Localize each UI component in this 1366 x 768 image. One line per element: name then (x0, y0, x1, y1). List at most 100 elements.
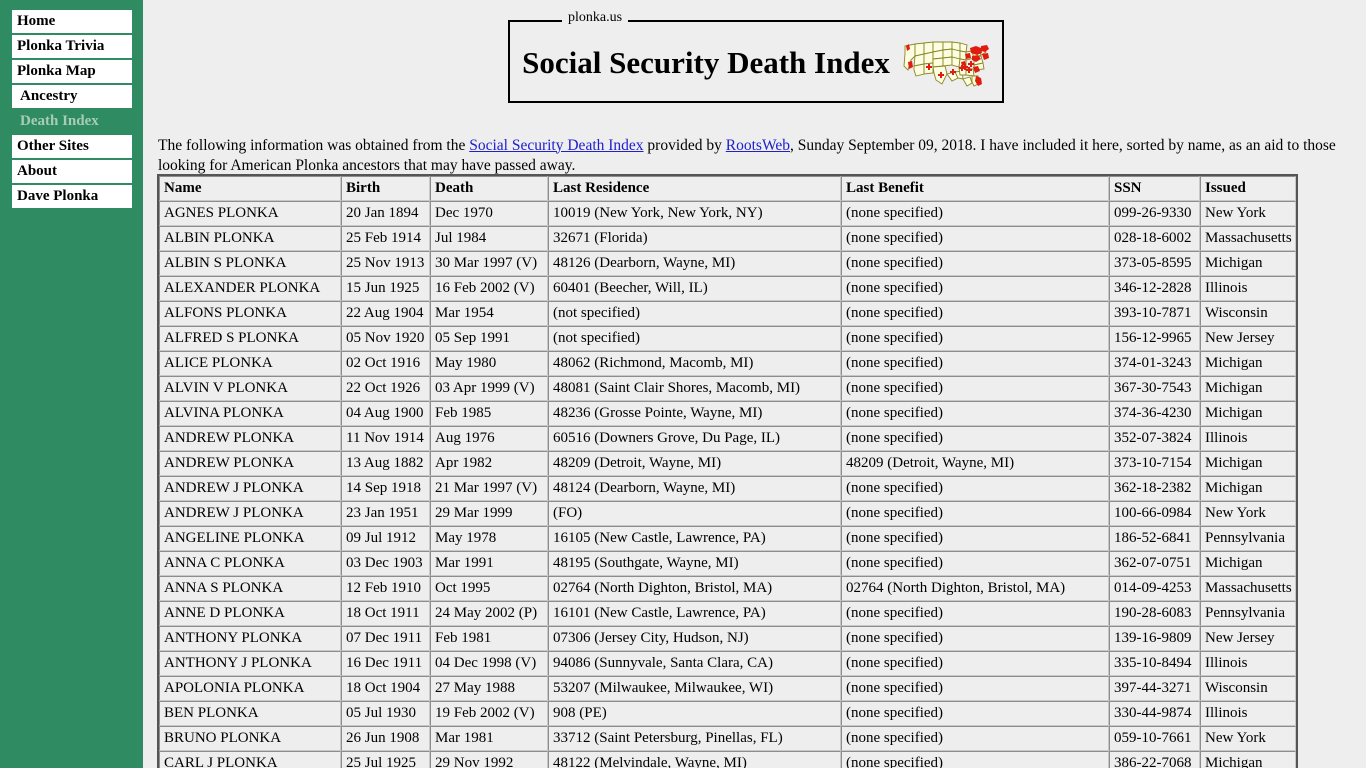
sidebar-item-plonka-trivia[interactable]: Plonka Trivia (12, 35, 132, 58)
table-row: ANGELINE PLONKA 09 Jul 1912 May 1978 16105 … (159, 526, 1296, 551)
cell-death: Dec 1970 (430, 201, 548, 226)
sidebar-item-plonka-map[interactable]: Plonka Map (12, 60, 132, 83)
cell-last-residence: 48062 (Richmond, Macomb, MI) (548, 351, 841, 376)
cell-death: 03 Apr 1999 (V) (430, 376, 548, 401)
rootsweb-link[interactable]: RootsWeb (726, 137, 790, 154)
table-row: ANDREW PLONKA 11 Nov 1914 Aug 1976 60516 (D… (159, 426, 1296, 451)
cell-ssn: 362-07-0751 (1109, 551, 1200, 576)
table-row: ANNA C PLONKA 03 Dec 1903 Mar 1991 48195 (S… (159, 551, 1296, 576)
cell-ssn: 374-36-4230 (1109, 401, 1200, 426)
cell-death: 16 Feb 2002 (V) (430, 276, 548, 301)
cell-issued: Illinois (1200, 701, 1296, 726)
cell-last-benefit: (none specified) (841, 201, 1109, 226)
cell-birth: 05 Jul 1930 (341, 701, 430, 726)
cell-issued: Michigan (1200, 451, 1296, 476)
cell-birth: 20 Jan 1894 (341, 201, 430, 226)
cell-death: 30 Mar 1997 (V) (430, 251, 548, 276)
column-header-birth[interactable]: Birth (341, 176, 430, 201)
cell-issued: New York (1200, 201, 1296, 226)
column-header-last-benefit[interactable]: Last Benefit (841, 176, 1109, 201)
column-header-death[interactable]: Death (430, 176, 548, 201)
ssdi-link[interactable]: Social Security Death Index (469, 137, 643, 154)
cell-death: 21 Mar 1997 (V) (430, 476, 548, 501)
cell-birth: 05 Nov 1920 (341, 326, 430, 351)
cell-death: May 1980 (430, 351, 548, 376)
cell-name: ANDREW J PLONKA (159, 476, 341, 501)
sidebar-item-ancestry[interactable]: Ancestry (12, 85, 132, 108)
cell-issued: Wisconsin (1200, 301, 1296, 326)
cell-issued: Pennsylvania (1200, 526, 1296, 551)
sidebar-item-dave-plonka[interactable]: Dave Plonka (12, 185, 132, 208)
cell-name: ANTHONY PLONKA (159, 626, 341, 651)
cell-ssn: 028-18-6002 (1109, 226, 1200, 251)
cell-issued: Illinois (1200, 276, 1296, 301)
cell-issued: New York (1200, 726, 1296, 751)
cell-last-benefit: (none specified) (841, 326, 1109, 351)
cell-name: BEN PLONKA (159, 701, 341, 726)
cell-name: APOLONIA PLONKA (159, 676, 341, 701)
cell-birth: 22 Aug 1904 (341, 301, 430, 326)
cell-issued: Michigan (1200, 476, 1296, 501)
table-row: ANTHONY PLONKA 07 Dec 1911 Feb 1981 07306 (… (159, 626, 1296, 651)
intro-paragraph: The following information was obtained f… (158, 136, 1338, 176)
cell-ssn: 397-44-3271 (1109, 676, 1200, 701)
table-row: ALFONS PLONKA 22 Aug 1904 Mar 1954 (not spe… (159, 301, 1296, 326)
cell-issued: Michigan (1200, 251, 1296, 276)
cell-birth: 22 Oct 1926 (341, 376, 430, 401)
cell-ssn: 186-52-6841 (1109, 526, 1200, 551)
cell-last-benefit: (none specified) (841, 601, 1109, 626)
cell-birth: 04 Aug 1900 (341, 401, 430, 426)
table-row: ANDREW J PLONKA 14 Sep 1918 21 Mar 1997 (V… (159, 476, 1296, 501)
cell-birth: 25 Feb 1914 (341, 226, 430, 251)
table-row: ALVINA PLONKA 04 Aug 1900 Feb 1985 48236 (G… (159, 401, 1296, 426)
cell-issued: Illinois (1200, 651, 1296, 676)
cell-issued: Michigan (1200, 401, 1296, 426)
cell-birth: 26 Jun 1908 (341, 726, 430, 751)
cell-last-residence: (not specified) (548, 301, 841, 326)
cell-death: Mar 1954 (430, 301, 548, 326)
column-header-last-residence[interactable]: Last Residence (548, 176, 841, 201)
death-index-table: Name Birth Death Last Residence Last Benefit… (157, 174, 1298, 768)
table-row: CARL J PLONKA 25 Jul 1925 29 Nov 1992 48122… (159, 751, 1296, 768)
cell-last-benefit: 02764 (North Dighton, Bristol, MA) (841, 576, 1109, 601)
table-row: ANNE D PLONKA 18 Oct 1911 24 May 2002 (P) 1… (159, 601, 1296, 626)
sidebar-nav: Home Plonka Trivia Plonka Map Ancestry Death… (0, 10, 143, 208)
column-header-ssn[interactable]: SSN (1109, 176, 1200, 201)
cell-last-residence: 10019 (New York, New York, NY) (548, 201, 841, 226)
cell-death: 27 May 1988 (430, 676, 548, 701)
cell-name: ANNA S PLONKA (159, 576, 341, 601)
column-header-name[interactable]: Name (159, 176, 341, 201)
cell-last-residence: 94086 (Sunnyvale, Santa Clara, CA) (548, 651, 841, 676)
cell-name: ALFONS PLONKA (159, 301, 341, 326)
cell-death: Oct 1995 (430, 576, 548, 601)
cell-death: 04 Dec 1998 (V) (430, 651, 548, 676)
cell-death: Mar 1991 (430, 551, 548, 576)
us-map-icon (902, 36, 990, 88)
cell-ssn: 330-44-9874 (1109, 701, 1200, 726)
cell-ssn: 346-12-2828 (1109, 276, 1200, 301)
cell-death: Jul 1984 (430, 226, 548, 251)
column-header-issued[interactable]: Issued (1200, 176, 1296, 201)
cell-name: ANDREW J PLONKA (159, 501, 341, 526)
sidebar-item-about[interactable]: About (12, 160, 132, 183)
cell-issued: Massachusetts (1200, 576, 1296, 601)
death-index-table-container: Name Birth Death Last Residence Last Benefit… (157, 174, 1298, 768)
cell-name: CARL J PLONKA (159, 751, 341, 768)
cell-birth: 15 Jun 1925 (341, 276, 430, 301)
table-row: ALICE PLONKA 02 Oct 1916 May 1980 48062 (Ri… (159, 351, 1296, 376)
cell-last-benefit: (none specified) (841, 351, 1109, 376)
cell-ssn: 335-10-8494 (1109, 651, 1200, 676)
cell-issued: Illinois (1200, 426, 1296, 451)
cell-issued: Michigan (1200, 376, 1296, 401)
sidebar-item-other-sites[interactable]: Other Sites (12, 135, 132, 158)
cell-ssn: 190-28-6083 (1109, 601, 1200, 626)
sidebar-item-home[interactable]: Home (12, 10, 132, 33)
cell-last-residence: 48081 (Saint Clair Shores, Macomb, MI) (548, 376, 841, 401)
cell-last-benefit: (none specified) (841, 501, 1109, 526)
cell-last-benefit: (none specified) (841, 526, 1109, 551)
header-fieldset: plonka.us Social Security Death Index (508, 11, 1004, 103)
cell-last-residence: 16101 (New Castle, Lawrence, PA) (548, 601, 841, 626)
table-row: AGNES PLONKA 20 Jan 1894 Dec 1970 10019 (Ne… (159, 201, 1296, 226)
cell-last-benefit: (none specified) (841, 726, 1109, 751)
cell-issued: Michigan (1200, 351, 1296, 376)
